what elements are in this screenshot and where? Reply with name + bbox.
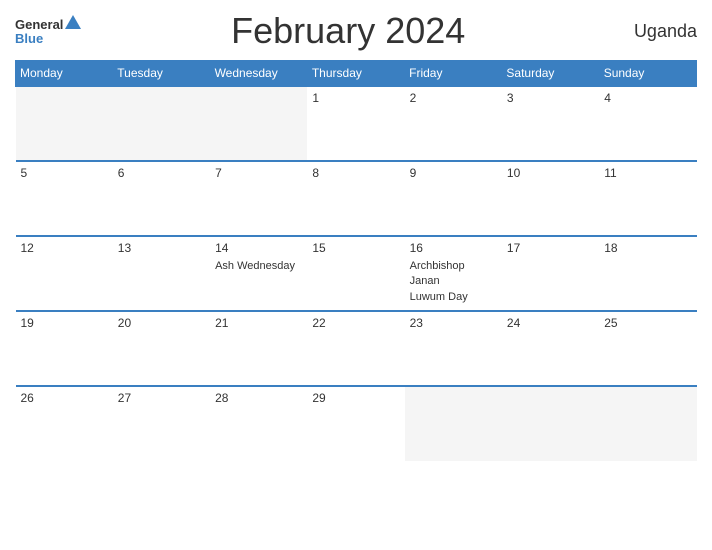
day-number: 22	[312, 316, 399, 330]
calendar-cell: 24	[502, 311, 599, 386]
day-number: 23	[410, 316, 497, 330]
day-number: 3	[507, 91, 594, 105]
event-label: Luwum Day	[410, 291, 468, 303]
day-number: 26	[21, 391, 108, 405]
calendar-cell: 13	[113, 236, 210, 311]
calendar-cell: 28	[210, 386, 307, 461]
calendar-cell: 14 Ash Wednesday	[210, 236, 307, 311]
calendar-cell	[113, 86, 210, 161]
calendar-cell: 17	[502, 236, 599, 311]
calendar-week-row: 12 13 14 Ash Wednesday 15 16 Archbishop Janan L…	[16, 236, 697, 311]
calendar-cell: 4	[599, 86, 696, 161]
day-number: 15	[312, 241, 399, 255]
event-label: Ash Wednesday	[215, 260, 295, 272]
day-number: 29	[312, 391, 399, 405]
calendar-cell: 2	[405, 86, 502, 161]
calendar-container: General Blue February 2024 Uganda Monday…	[0, 0, 712, 550]
day-number: 28	[215, 391, 302, 405]
calendar-cell: 27	[113, 386, 210, 461]
day-number: 27	[118, 391, 205, 405]
calendar-cell: 3	[502, 86, 599, 161]
calendar-cell: 16 Archbishop Janan Luwum Day	[405, 236, 502, 311]
weekday-header-monday: Monday	[16, 61, 113, 87]
calendar-cell: 25	[599, 311, 696, 386]
logo: General Blue	[15, 18, 79, 45]
calendar-header: General Blue February 2024 Uganda	[15, 10, 697, 52]
day-number: 4	[604, 91, 691, 105]
calendar-cell: 20	[113, 311, 210, 386]
calendar-cell: 22	[307, 311, 404, 386]
day-number: 20	[118, 316, 205, 330]
day-number: 14	[215, 241, 302, 255]
calendar-cell: 9	[405, 161, 502, 236]
day-number: 17	[507, 241, 594, 255]
calendar-cell: 23	[405, 311, 502, 386]
calendar-cell	[210, 86, 307, 161]
calendar-cell: 26	[16, 386, 113, 461]
calendar-week-row: 1234	[16, 86, 697, 161]
calendar-cell: 18	[599, 236, 696, 311]
calendar-cell	[16, 86, 113, 161]
calendar-cell	[599, 386, 696, 461]
calendar-week-row: 19 20 21 22 23 24 25	[16, 311, 697, 386]
day-number: 2	[410, 91, 497, 105]
calendar-cell: 11	[599, 161, 696, 236]
day-number: 1	[312, 91, 399, 105]
day-number: 13	[118, 241, 205, 255]
calendar-cell: 7	[210, 161, 307, 236]
calendar-table: MondayTuesdayWednesdayThursdayFridaySatu…	[15, 60, 697, 461]
weekday-header-row: MondayTuesdayWednesdayThursdayFridaySatu…	[16, 61, 697, 87]
calendar-cell	[405, 386, 502, 461]
weekday-header-thursday: Thursday	[307, 61, 404, 87]
weekday-header-wednesday: Wednesday	[210, 61, 307, 87]
day-number: 16	[410, 241, 497, 255]
calendar-cell: 21	[210, 311, 307, 386]
day-number: 11	[604, 166, 691, 180]
logo-blue-text: Blue	[15, 32, 43, 45]
day-number: 25	[604, 316, 691, 330]
calendar-cell: 19	[16, 311, 113, 386]
logo-general-text: General	[15, 18, 63, 31]
day-number: 6	[118, 166, 205, 180]
country-label: Uganda	[617, 21, 697, 42]
calendar-cell: 15	[307, 236, 404, 311]
weekday-header-friday: Friday	[405, 61, 502, 87]
day-number: 21	[215, 316, 302, 330]
weekday-header-saturday: Saturday	[502, 61, 599, 87]
calendar-cell: 6	[113, 161, 210, 236]
calendar-cell	[502, 386, 599, 461]
weekday-header-tuesday: Tuesday	[113, 61, 210, 87]
calendar-cell: 1	[307, 86, 404, 161]
month-title: February 2024	[79, 10, 617, 52]
day-number: 24	[507, 316, 594, 330]
calendar-cell: 8	[307, 161, 404, 236]
calendar-week-row: 56789 10 11	[16, 161, 697, 236]
calendar-cell: 29	[307, 386, 404, 461]
day-number: 8	[312, 166, 399, 180]
day-number: 5	[21, 166, 108, 180]
day-number: 10	[507, 166, 594, 180]
day-number: 7	[215, 166, 302, 180]
day-number: 19	[21, 316, 108, 330]
calendar-cell: 5	[16, 161, 113, 236]
logo-triangle-icon	[65, 15, 81, 29]
day-number: 18	[604, 241, 691, 255]
calendar-week-row: 26 27 28 29	[16, 386, 697, 461]
day-number: 12	[21, 241, 108, 255]
event-label: Archbishop Janan	[410, 260, 465, 287]
day-number: 9	[410, 166, 497, 180]
weekday-header-sunday: Sunday	[599, 61, 696, 87]
calendar-cell: 12	[16, 236, 113, 311]
calendar-cell: 10	[502, 161, 599, 236]
